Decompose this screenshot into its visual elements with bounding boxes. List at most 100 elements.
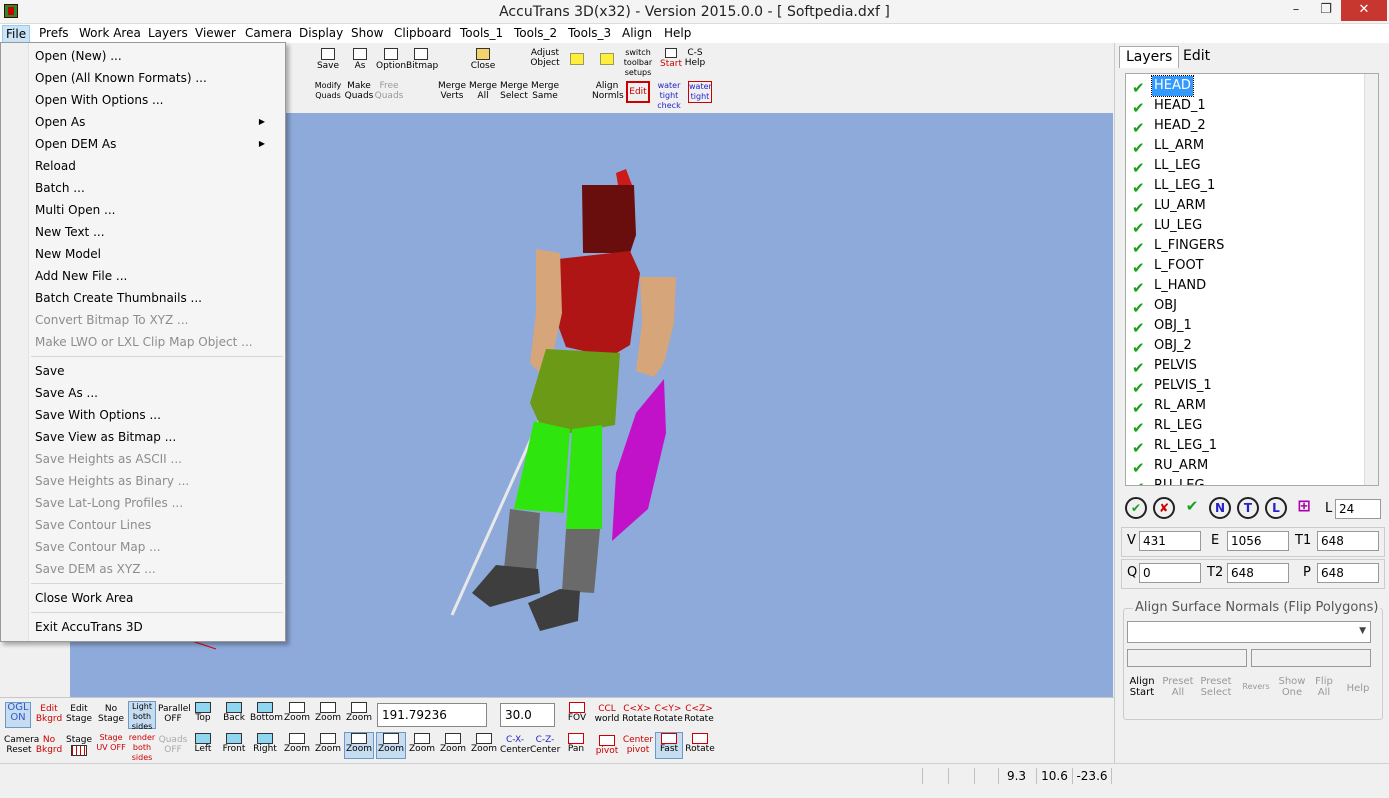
align-mode-select[interactable]: ▼ xyxy=(1127,621,1371,643)
menu-display[interactable]: Display xyxy=(296,25,346,43)
menu-item-open-dem-as[interactable]: Open DEM As ▶ xyxy=(35,134,275,154)
rotate-x-button[interactable]: C<X> Rotate xyxy=(622,704,652,724)
zoom-3-button[interactable]: Zoom xyxy=(344,702,374,723)
menu-prefs[interactable]: Prefs xyxy=(36,25,72,43)
s-arrow-button[interactable] xyxy=(592,53,622,66)
zoom-value-input[interactable]: 191.79236 xyxy=(377,703,487,727)
uncheck-all-icon[interactable]: ✘ xyxy=(1153,497,1175,519)
merge-verts-button[interactable]: Merge Verts xyxy=(436,81,468,101)
zoom-out-button[interactable]: Zoom xyxy=(438,733,468,754)
layer-item[interactable]: ✔ LL_LEG xyxy=(1130,156,1360,177)
menu-item-multi-open[interactable]: Multi Open ... xyxy=(35,200,275,220)
layer-item[interactable]: ✔ LU_LEG xyxy=(1130,216,1360,237)
h-arrow-button[interactable] xyxy=(562,53,592,66)
zoom-a-button[interactable]: Zoom xyxy=(376,732,406,759)
layer-item[interactable]: ✔ PELVIS xyxy=(1130,356,1360,377)
no-stage-button[interactable]: No Stage xyxy=(96,704,126,724)
menu-item-new-model[interactable]: New Model xyxy=(35,244,275,264)
minimize-button[interactable]: – xyxy=(1281,0,1311,21)
preset-select-button[interactable]: Preset Select xyxy=(1199,676,1233,698)
menu-item-exit[interactable]: Exit AccuTrans 3D xyxy=(35,617,275,637)
fov-button[interactable]: FOV xyxy=(562,702,592,723)
zoom-4-button[interactable]: Zoom xyxy=(282,733,312,754)
layer-list-scrollbar[interactable] xyxy=(1364,74,1378,485)
edit-bkgrd-button[interactable]: Edit Bkgrd xyxy=(34,704,64,724)
align-start-button[interactable]: Align Start xyxy=(1127,676,1157,698)
menu-item-open-with-options[interactable]: Open With Options ... xyxy=(35,90,275,110)
fov-value-input[interactable]: 30.0 xyxy=(500,703,555,727)
layer-item[interactable]: ✔ L_FINGERS xyxy=(1130,236,1360,257)
save-bitmap-button[interactable]: Bitmap xyxy=(406,48,438,71)
tab-edit[interactable]: Edit xyxy=(1177,46,1216,68)
center-pivot-button[interactable]: Center pivot xyxy=(622,735,654,755)
layer-item[interactable]: ✔ LU_ARM xyxy=(1130,196,1360,217)
menu-item-new-text[interactable]: New Text ... xyxy=(35,222,275,242)
render-both-sides-button[interactable]: render both sides xyxy=(127,733,157,763)
no-bkgrd-button[interactable]: No Bkgrd xyxy=(34,735,64,755)
fast-button[interactable]: Fast xyxy=(655,732,683,759)
center-z-button[interactable]: C-Z- Center xyxy=(530,735,560,755)
help-button[interactable]: Help xyxy=(1343,683,1373,694)
menu-item-batch-thumbnails[interactable]: Batch Create Thumbnails ... xyxy=(35,288,275,308)
menu-item-reload[interactable]: Reload xyxy=(35,156,275,176)
layer-item[interactable]: ✔ LL_LEG_1 xyxy=(1130,176,1360,197)
water-tight-check-button[interactable]: water tight check xyxy=(654,81,684,111)
layer-item[interactable]: ✔ HEAD_1 xyxy=(1130,96,1360,117)
rotate-z-button[interactable]: C<Z> Rotate xyxy=(684,704,714,724)
revers-button[interactable]: Revers xyxy=(1239,681,1273,692)
merge-all-button[interactable]: Merge All xyxy=(468,81,498,101)
layer-item[interactable]: ✔ RU_LEG xyxy=(1130,476,1360,485)
save-as-button[interactable]: As xyxy=(346,48,374,71)
layer-item[interactable]: ✔ HEAD xyxy=(1130,75,1360,97)
zoom-in-button[interactable]: Zoom xyxy=(407,733,437,754)
menu-item-save-with-options[interactable]: Save With Options ... xyxy=(35,405,275,425)
front-view-button[interactable]: Front xyxy=(219,733,249,754)
menu-file[interactable]: File xyxy=(2,25,31,43)
menu-item-open-all-formats[interactable]: Open (All Known Formats) ... xyxy=(35,68,275,88)
merge-same-button[interactable]: Merge Same xyxy=(530,81,560,101)
ogl-on-button[interactable]: OGL ON xyxy=(5,702,31,728)
adjust-object-button[interactable]: Adjust Object xyxy=(528,48,562,68)
layer-item[interactable]: ✔ HEAD_2 xyxy=(1130,116,1360,137)
free-quads-button[interactable]: Free Quads xyxy=(374,81,404,101)
layer-item[interactable]: ✔ L_FOOT xyxy=(1130,256,1360,277)
menu-item-save[interactable]: Save xyxy=(35,361,275,381)
stage-uv-off-button[interactable]: Stage UV OFF xyxy=(96,733,126,753)
edit-button[interactable]: Edit xyxy=(626,81,650,103)
menu-item-open-as[interactable]: Open As ▶ xyxy=(35,112,275,132)
menu-item-add-new-file[interactable]: Add New File ... xyxy=(35,266,275,286)
l-value-field[interactable]: 24 xyxy=(1335,499,1381,519)
stage-button[interactable]: Stage xyxy=(64,735,94,756)
layer-item[interactable]: ✔ OBJ_1 xyxy=(1130,316,1360,337)
menu-align[interactable]: Align xyxy=(619,25,655,43)
hierarchy-icon[interactable]: ⊞ xyxy=(1293,497,1315,519)
show-one-button[interactable]: Show One xyxy=(1275,676,1309,698)
layer-item[interactable]: ✔ RL_ARM xyxy=(1130,396,1360,417)
menu-camera[interactable]: Camera xyxy=(242,25,295,43)
circle-t-button[interactable]: T xyxy=(1237,497,1259,519)
ccl-world-button[interactable]: CCL world xyxy=(592,704,622,724)
circle-l-button[interactable]: L xyxy=(1265,497,1287,519)
menu-item-save-view-bitmap[interactable]: Save View as Bitmap ... xyxy=(35,427,275,447)
preset-all-button[interactable]: Preset All xyxy=(1161,676,1195,698)
restore-button[interactable]: ❐ xyxy=(1311,0,1341,21)
layer-item[interactable]: ✔ RU_ARM xyxy=(1130,456,1360,477)
left-view-button[interactable]: Left xyxy=(188,733,218,754)
zoom-5-button[interactable]: Zoom xyxy=(313,733,343,754)
switch-toolbar-button[interactable]: switch toolbar setups xyxy=(623,48,653,78)
menu-clipboard[interactable]: Clipboard xyxy=(391,25,454,43)
menu-layers[interactable]: Layers xyxy=(145,25,191,43)
back-view-button[interactable]: Back xyxy=(219,702,249,723)
layer-item[interactable]: ✔ OBJ_2 xyxy=(1130,336,1360,357)
make-quads-button[interactable]: Make Quads xyxy=(344,81,374,101)
zoom-6-button[interactable]: Zoom xyxy=(344,732,374,759)
pan-button[interactable]: Pan xyxy=(561,733,591,754)
layer-item[interactable]: ✔ RL_LEG_1 xyxy=(1130,436,1360,457)
layer-item[interactable]: ✔ LL_ARM xyxy=(1130,136,1360,157)
zoom-fit-button[interactable]: Zoom xyxy=(469,733,499,754)
c-pivot-button[interactable]: pivot xyxy=(592,735,622,756)
menu-tools-3[interactable]: Tools_3 xyxy=(565,25,614,43)
menu-tools-1[interactable]: Tools_1 xyxy=(457,25,506,43)
merge-select-button[interactable]: Merge Select xyxy=(498,81,530,101)
zoom-2-button[interactable]: Zoom xyxy=(313,702,343,723)
